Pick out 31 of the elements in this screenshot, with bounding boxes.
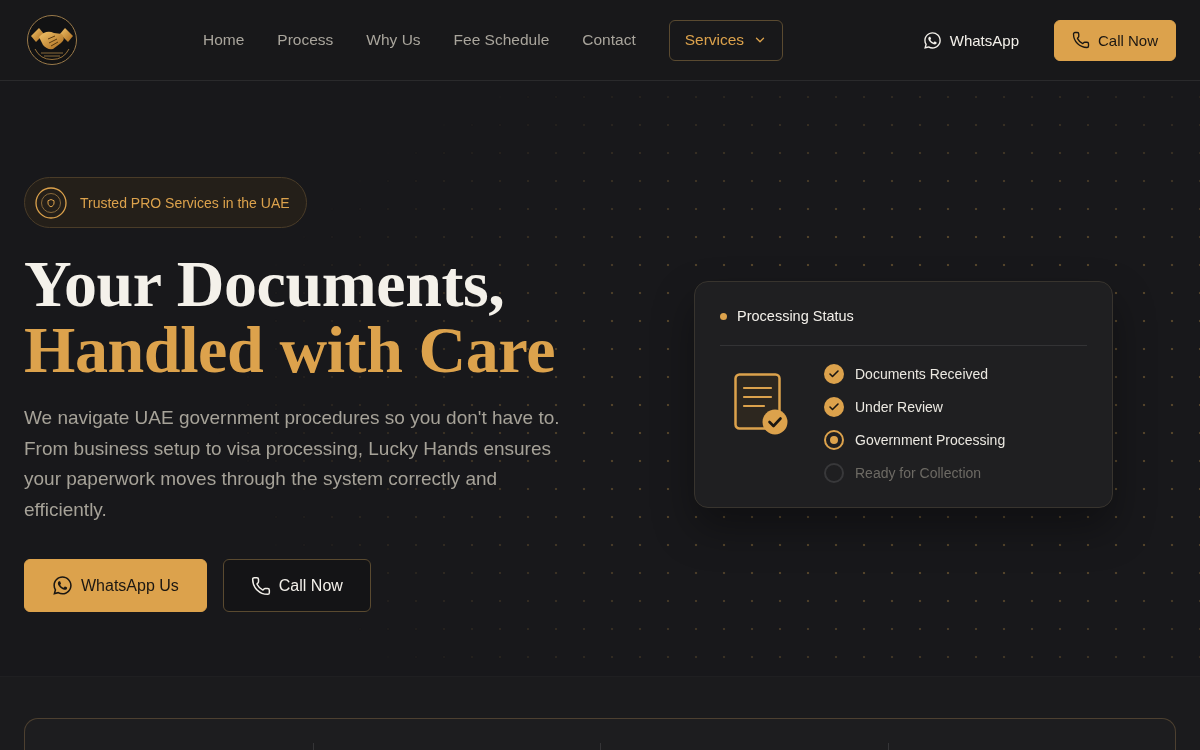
- phone-icon: [250, 575, 271, 596]
- whatsapp-icon: [52, 575, 73, 596]
- nav-link[interactable]: Why Us: [366, 30, 421, 50]
- step-label: Government Processing: [855, 432, 1006, 448]
- phone-icon: [1072, 31, 1090, 49]
- document-check-icon: [734, 373, 788, 436]
- headline: Handled with Care: [24, 317, 556, 383]
- call-button[interactable]: Call Now: [222, 559, 371, 612]
- nav-link[interactable]: Home: [203, 30, 245, 50]
- check-circle-icon: [824, 364, 844, 384]
- call-button[interactable]: Call Now: [1054, 19, 1176, 61]
- status-dot-icon: [720, 312, 727, 320]
- card-title: Processing Status: [737, 308, 854, 324]
- whatsapp-icon: [922, 30, 942, 50]
- dot-ring-icon: [824, 430, 844, 450]
- headline: Your Documents,: [24, 251, 506, 317]
- nav-link[interactable]: Contact: [582, 30, 636, 50]
- whatsapp-button[interactable]: WhatsApp Us: [24, 559, 207, 612]
- nav-link[interactable]: Process: [277, 30, 334, 50]
- step-label: Documents Received: [855, 366, 989, 382]
- services-dropdown[interactable]: Services: [668, 19, 784, 61]
- badge-text: Trusted PRO Services in the UAE: [80, 194, 290, 211]
- shield-ring-icon: [35, 186, 67, 219]
- handshake-logo[interactable]: [26, 14, 78, 66]
- empty-circle-icon: [824, 463, 844, 483]
- whatsapp-button[interactable]: WhatsApp: [922, 19, 1019, 61]
- nav-link[interactable]: Fee Schedule: [453, 30, 550, 50]
- hero-description: We navigate UAE government procedures so you don't have to. From business setup to visa processing, Lucky Hands ensures your paperwork moves through the system correctly and efficiently.: [24, 406, 561, 522]
- step-label: Under Review: [855, 399, 943, 415]
- check-circle-icon: [824, 397, 844, 417]
- step-label: Ready for Collection: [855, 465, 982, 481]
